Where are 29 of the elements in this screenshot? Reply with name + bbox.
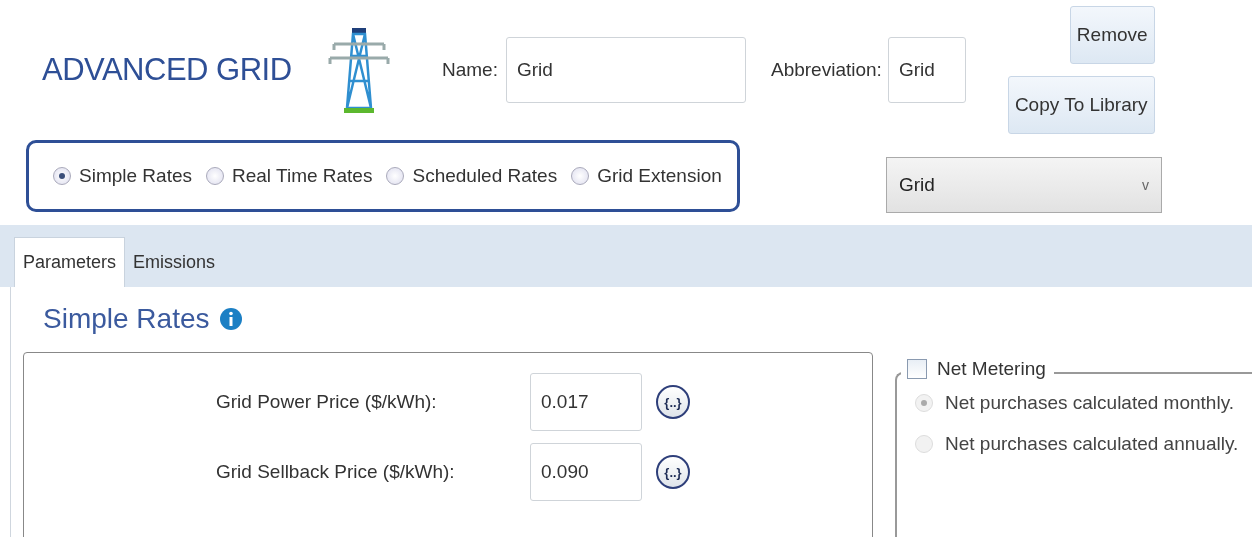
remove-button[interactable]: Remove [1069, 6, 1155, 64]
radio-label[interactable]: Scheduled Rates [412, 165, 558, 187]
field-label: Grid Sellback Price ($/kWh): [216, 461, 456, 483]
tab[interactable]: Emissions [125, 237, 224, 287]
field-label: Grid Power Price ($/kWh): [216, 391, 438, 413]
radio-button[interactable] [53, 167, 71, 185]
radio-label[interactable]: Simple Rates [79, 165, 192, 187]
abbreviation-field[interactable]: Grid [887, 37, 966, 103]
tab[interactable]: Parameters [14, 237, 126, 287]
radio-button[interactable] [571, 167, 590, 185]
name-label: Name: [442, 59, 498, 81]
checkbox[interactable] [907, 359, 927, 379]
caret-icon: v [1142, 177, 1149, 193]
power-tower-icon [326, 26, 392, 114]
section-title: Simple Rates [43, 303, 210, 335]
variable-button[interactable]: {..} [656, 455, 690, 489]
price-field[interactable]: 0.017 [530, 373, 642, 431]
variable-button[interactable]: {..} [656, 385, 690, 419]
copy-to-library-button[interactable]: Copy To Library [1007, 76, 1155, 134]
radio-label[interactable]: Real Time Rates [232, 165, 373, 187]
abbreviation-label: Abbreviation: [770, 59, 882, 81]
info-icon[interactable] [219, 308, 242, 330]
name-field[interactable]: Grid [505, 37, 746, 103]
radio-label[interactable]: Grid Extension [597, 165, 722, 187]
radio-button[interactable] [386, 167, 405, 185]
price-field[interactable]: 0.090 [530, 443, 642, 501]
radio-button[interactable] [206, 167, 224, 185]
page-title: ADVANCED GRID [42, 52, 293, 88]
grid-dropdown[interactable]: Grid v [886, 157, 1162, 213]
